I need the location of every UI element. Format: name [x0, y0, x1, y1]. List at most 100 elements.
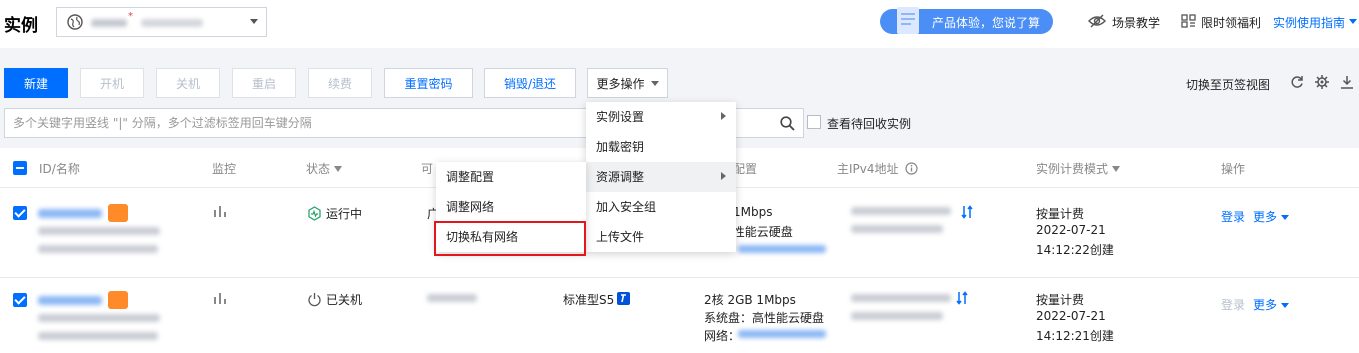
config-line-1: 2核 2GB 1Mbps [704, 293, 796, 307]
search-icon[interactable] [780, 116, 795, 131]
table-row: 已关机 标准型S5 2核 2GB 1Mbps 系统盘：高性能云硬盘 网络： 按量… [0, 279, 1359, 353]
more-operations-menu: 实例设置 加载密钥 资源调整 加入安全组 上传文件 [586, 102, 736, 252]
network-link-blurred[interactable] [738, 330, 826, 338]
monitor-chart-icon[interactable] [213, 292, 227, 304]
refresh-icon[interactable] [1290, 75, 1304, 89]
menu-item-load-key[interactable]: 加载密钥 [586, 132, 736, 162]
ip-address-blurred [851, 312, 943, 320]
menu-item-instance-settings[interactable]: 实例设置 [586, 102, 736, 132]
info-icon[interactable] [905, 162, 918, 175]
header-ipv4: 主IPv4地址 [837, 160, 918, 177]
chevron-down-icon [1349, 19, 1357, 24]
billing-created: 14:12:21创建 [1036, 329, 1114, 343]
menu-item-label: 资源调整 [596, 170, 645, 184]
submenu-item-adjust-config[interactable]: 调整配置 [436, 162, 586, 192]
monitor-chart-icon[interactable] [213, 205, 227, 217]
status-text: 已关机 [326, 293, 363, 307]
running-status-icon [308, 206, 321, 221]
ip-address-blurred [851, 294, 951, 302]
instance-name-blurred [38, 227, 160, 235]
instance-name-blurred [38, 332, 158, 340]
type-badge-icon [617, 292, 630, 305]
ip-address-blurred [851, 225, 943, 233]
renew-button[interactable]: 续费 [308, 68, 372, 98]
more-actions-label: 更多 [1253, 298, 1278, 312]
header-ipv4-label: 主IPv4地址 [837, 162, 899, 176]
experience-feedback-button[interactable]: 产品体验，您说了算 [880, 7, 1053, 34]
more-actions-label: 更多 [1253, 210, 1278, 224]
menu-item-label: 实例设置 [596, 110, 645, 124]
globe-icon [67, 14, 83, 30]
region-star: * [128, 11, 133, 22]
header-status-label: 状态 [306, 162, 331, 176]
header-config: 配置 [733, 162, 758, 176]
chevron-down-icon [1281, 215, 1290, 220]
instance-guide-link[interactable]: 实例使用指南 [1273, 14, 1345, 31]
recycle-checkbox[interactable] [807, 115, 821, 129]
switch-tab-view-link[interactable]: 切换至页签视图 [1186, 76, 1270, 93]
filter-icon [334, 166, 343, 172]
chevron-down-icon [1281, 303, 1290, 308]
region-detail-blurred [141, 19, 203, 27]
menu-item-join-security-group[interactable]: 加入安全组 [586, 192, 736, 222]
header-monitor: 监控 [212, 162, 237, 176]
page-title: 实例 [4, 16, 38, 36]
network-link-blurred[interactable] [738, 245, 826, 253]
transfer-icon[interactable] [956, 291, 968, 305]
region-name-blurred [91, 19, 127, 27]
region-select[interactable]: * [56, 7, 267, 37]
instance-id-blurred[interactable] [38, 296, 102, 305]
status-text: 运行中 [326, 207, 363, 221]
billing-mode: 按量计费 [1036, 293, 1085, 307]
header-zone: 可 [421, 162, 434, 176]
header-status[interactable]: 状态 [306, 160, 343, 177]
more-actions-link[interactable]: 更多 [1253, 296, 1290, 313]
gear-icon[interactable] [1315, 75, 1329, 89]
new-button[interactable]: 新建 [4, 68, 68, 98]
more-actions-link[interactable]: 更多 [1253, 208, 1290, 225]
instance-tag [108, 204, 128, 222]
destroy-button[interactable]: 销毁/退还 [484, 68, 576, 98]
highlight-annotation [434, 221, 586, 256]
more-operations-button[interactable]: 更多操作 [587, 68, 668, 98]
chevron-down-icon [650, 80, 659, 86]
login-link[interactable]: 登录 [1221, 208, 1245, 225]
submenu-item-adjust-network[interactable]: 调整网络 [436, 192, 586, 222]
filter-icon [1112, 166, 1121, 172]
download-icon[interactable] [1340, 75, 1354, 89]
header-actions: 操作 [1221, 162, 1246, 176]
instance-id-blurred[interactable] [38, 209, 102, 218]
scene-teaching-label: 场景教学 [1112, 16, 1161, 30]
row-checkbox[interactable] [13, 293, 27, 307]
select-all-checkbox[interactable] [13, 161, 27, 175]
billing-date: 2022-07-21 [1036, 309, 1106, 323]
document-icon [897, 7, 919, 34]
menu-item-upload-file[interactable]: 上传文件 [586, 222, 736, 252]
shutdown-button[interactable]: 关机 [156, 68, 220, 98]
billing-mode: 按量计费 [1036, 207, 1085, 221]
instance-tag [108, 291, 128, 309]
zone-blurred [427, 294, 477, 302]
reset-password-button[interactable]: 重置密码 [384, 68, 473, 98]
power-off-icon [308, 293, 321, 307]
login-link[interactable]: 登录 [1221, 296, 1245, 313]
instance-type: 标准型S5 [563, 293, 615, 307]
eye-icon [1088, 14, 1106, 28]
experience-label: 产品体验，您说了算 [932, 16, 1041, 30]
config-line-3: 网络： [704, 329, 741, 343]
gift-icon [1181, 14, 1196, 28]
top-bar: 实例 * 产品体验，您说了算 场景教学 限时领福利 实例使用指南 [0, 0, 1359, 48]
menu-item-resource-adjust[interactable]: 资源调整 [586, 162, 736, 192]
header-id-name: ID/名称 [39, 162, 80, 176]
recycle-label: 查看待回收实例 [827, 117, 912, 131]
limited-benefit-label: 限时领福利 [1201, 16, 1262, 30]
transfer-icon[interactable] [961, 205, 973, 219]
start-button[interactable]: 开机 [80, 68, 144, 98]
header-billing-label: 实例计费模式 [1036, 162, 1109, 176]
restart-button[interactable]: 重启 [232, 68, 296, 98]
ip-address-blurred [851, 207, 951, 215]
row-checkbox[interactable] [13, 206, 27, 220]
chevron-right-icon [721, 172, 726, 180]
instance-name-blurred [38, 245, 158, 253]
header-billing[interactable]: 实例计费模式 [1036, 160, 1121, 177]
